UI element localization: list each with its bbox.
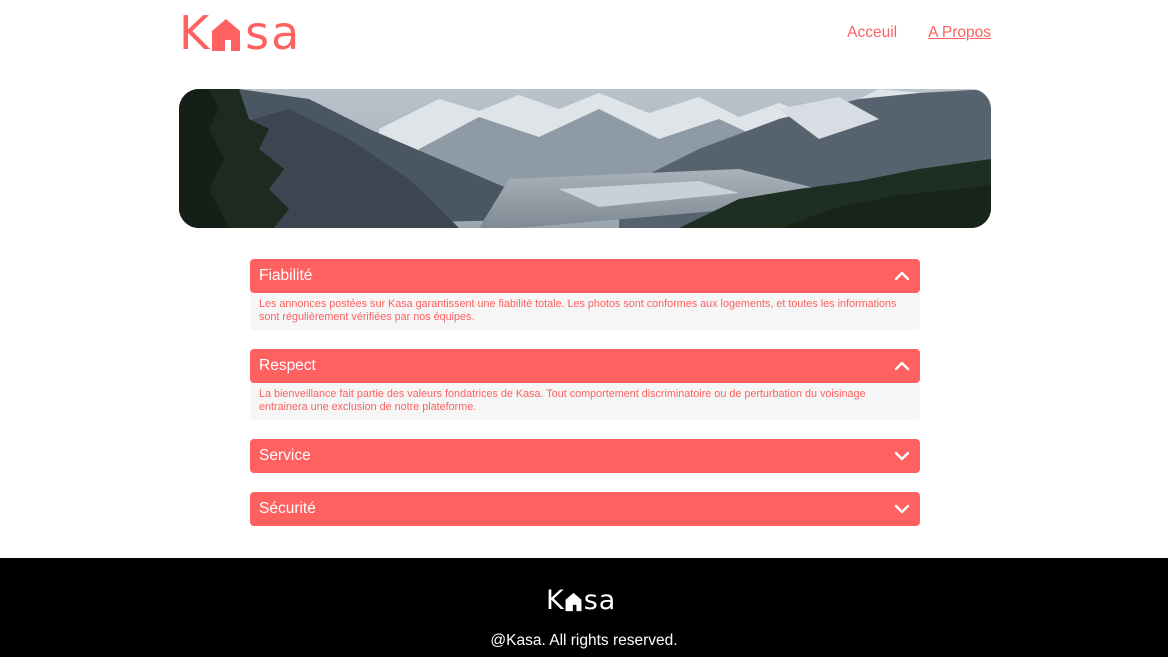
chevron-up-icon[interactable]	[893, 357, 911, 375]
collapse-title: Fiabilité	[259, 267, 313, 284]
collapse-fiabilite: Fiabilité Les annonces postées sur Kasa …	[250, 259, 920, 330]
house-icon	[565, 592, 582, 612]
collapse-header-service[interactable]: Service	[250, 439, 920, 473]
about-banner	[179, 89, 991, 228]
collapse-title: Respect	[259, 357, 316, 374]
collapse-title: Service	[259, 447, 311, 464]
collapse-header-securite[interactable]: Sécurité	[250, 492, 920, 526]
site-footer: K sa @Kasa. All rights reserved.	[0, 558, 1168, 657]
collapse-header-fiabilite[interactable]: Fiabilité	[250, 259, 920, 293]
logo-letters-sa: sa	[245, 6, 302, 60]
logo-letters-sa: sa	[583, 585, 617, 616]
about-collapses: Fiabilité Les annonces postées sur Kasa …	[250, 259, 920, 545]
chevron-up-icon[interactable]	[893, 267, 911, 285]
main-nav: Acceuil A Propos	[847, 24, 991, 42]
footer-copyright: @Kasa. All rights reserved.	[490, 632, 678, 649]
collapse-service: Service	[250, 439, 920, 473]
mountain-landscape-image	[179, 89, 991, 228]
collapse-respect: Respect La bienveillance fait partie des…	[250, 349, 920, 420]
collapse-securite: Sécurité	[250, 492, 920, 526]
site-header: K sa Acceuil A Propos	[179, 0, 991, 70]
collapse-content: La bienveillance fait partie des valeurs…	[250, 383, 920, 420]
footer-kasa-logo: K sa	[546, 587, 616, 614]
nav-link-a-propos[interactable]: A Propos	[928, 24, 991, 42]
logo-letter-k: K	[179, 6, 210, 60]
collapse-content: Les annonces postées sur Kasa garantisse…	[250, 293, 920, 330]
chevron-down-icon[interactable]	[893, 447, 911, 465]
collapse-title: Sécurité	[259, 500, 316, 517]
chevron-down-icon[interactable]	[893, 500, 911, 518]
house-icon	[212, 19, 241, 52]
nav-link-acceuil[interactable]: Acceuil	[847, 24, 897, 42]
logo-letter-k: K	[546, 585, 564, 616]
kasa-logo[interactable]: K sa	[179, 8, 301, 58]
collapse-header-respect[interactable]: Respect	[250, 349, 920, 383]
